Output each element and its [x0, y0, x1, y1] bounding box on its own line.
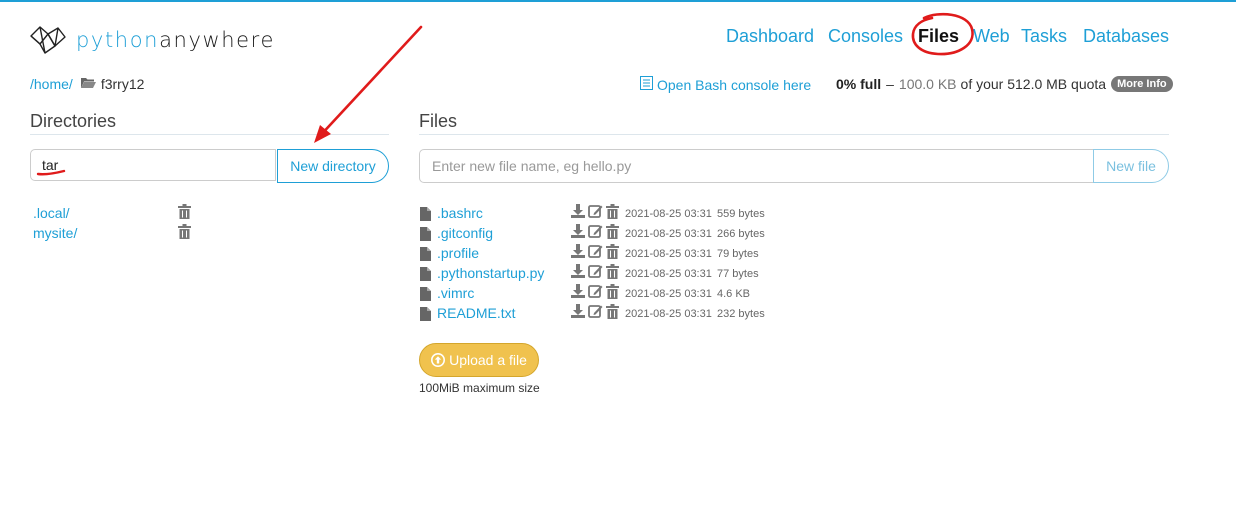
nav-databases[interactable]: Databases — [1083, 26, 1169, 47]
trash-icon[interactable] — [178, 224, 191, 244]
file-link[interactable]: .pythonstartup.py — [437, 265, 544, 281]
table-row: .profile 2021-08-25 03:31 79 bytes — [419, 244, 779, 266]
download-icon[interactable] — [571, 284, 585, 303]
edit-icon[interactable] — [588, 204, 603, 223]
open-bash-console-link[interactable]: Open Bash console here — [640, 76, 811, 93]
trash-icon[interactable] — [606, 224, 619, 244]
directory-link[interactable]: .local/ — [33, 205, 70, 221]
divider — [419, 134, 1169, 135]
upload-icon — [431, 353, 446, 367]
trash-icon[interactable] — [606, 204, 619, 224]
file-link[interactable]: .vimrc — [437, 285, 474, 301]
file-size: 77 bytes — [717, 268, 759, 280]
nav-dashboard[interactable]: Dashboard — [726, 26, 814, 47]
file-size: 232 bytes — [717, 308, 765, 320]
file-icon — [420, 227, 431, 246]
edit-icon[interactable] — [588, 304, 603, 323]
divider — [30, 134, 389, 135]
quota-used: 100.0 KB — [898, 76, 957, 92]
file-link[interactable]: .profile — [437, 245, 479, 261]
trash-icon[interactable] — [606, 304, 619, 324]
download-icon[interactable] — [571, 204, 585, 223]
file-modified-date: 2021-08-25 03:31 — [625, 228, 712, 240]
nav-consoles[interactable]: Consoles — [828, 26, 903, 47]
edit-icon[interactable] — [588, 284, 603, 303]
trash-icon[interactable] — [178, 204, 191, 224]
file-modified-date: 2021-08-25 03:31 — [625, 288, 712, 300]
file-modified-date: 2021-08-25 03:31 — [625, 248, 712, 260]
file-icon — [420, 267, 431, 286]
download-icon[interactable] — [571, 224, 585, 243]
edit-icon[interactable] — [588, 244, 603, 263]
upload-size-note: 100MiB maximum size — [419, 381, 540, 395]
breadcrumb-user: f3rry12 — [100, 76, 145, 92]
list-item: mysite/ — [33, 224, 203, 245]
file-size: 266 bytes — [717, 228, 765, 240]
upload-button-label: Upload a file — [449, 352, 527, 368]
bash-link-label: Open Bash console here — [657, 76, 812, 93]
file-link[interactable]: .bashrc — [437, 205, 483, 221]
file-link[interactable]: .gitconfig — [437, 225, 493, 241]
edit-icon[interactable] — [588, 224, 603, 243]
file-icon — [420, 307, 431, 326]
trash-icon[interactable] — [606, 264, 619, 284]
top-accent-bar — [0, 0, 1236, 2]
edit-icon[interactable] — [588, 264, 603, 283]
directory-link[interactable]: mysite/ — [33, 225, 77, 241]
quota-info: 0% full – 100.0 KB of your 512.0 MB quot… — [836, 76, 1173, 92]
table-row: .vimrc 2021-08-25 03:31 4.6 KB — [419, 284, 779, 306]
quota-percent: 0% full — [836, 76, 882, 92]
table-row: .bashrc 2021-08-25 03:31 559 bytes — [419, 204, 779, 226]
download-icon[interactable] — [571, 244, 585, 263]
directories-heading: Directories — [30, 111, 117, 131]
more-info-badge[interactable]: More Info — [1111, 76, 1173, 92]
table-row: README.txt 2021-08-25 03:31 232 bytes — [419, 304, 779, 326]
breadcrumb: /home/ f3rry12 — [30, 76, 144, 92]
file-icon — [420, 247, 431, 266]
new-file-button[interactable]: New file — [1093, 149, 1169, 183]
nav-tasks[interactable]: Tasks — [1021, 26, 1067, 47]
nav-files[interactable]: Files — [918, 26, 959, 47]
console-icon — [640, 76, 653, 93]
file-modified-date: 2021-08-25 03:31 — [625, 268, 712, 280]
upload-file-button[interactable]: Upload a file — [419, 343, 539, 377]
top-nav: Dashboard Consoles Files Web Tasks Datab… — [0, 26, 1236, 52]
trash-icon[interactable] — [606, 284, 619, 304]
new-directory-button[interactable]: New directory — [277, 149, 389, 183]
file-size: 559 bytes — [717, 208, 765, 220]
quota-rest: of your 512.0 MB quota — [960, 76, 1107, 92]
download-icon[interactable] — [571, 304, 585, 323]
file-size: 79 bytes — [717, 248, 759, 260]
nav-web[interactable]: Web — [973, 26, 1010, 47]
file-link[interactable]: README.txt — [437, 305, 516, 321]
folder-icon — [80, 76, 96, 92]
file-modified-date: 2021-08-25 03:31 — [625, 208, 712, 220]
list-item: .local/ — [33, 204, 203, 225]
file-modified-date: 2021-08-25 03:31 — [625, 308, 712, 320]
file-size: 4.6 KB — [717, 288, 751, 300]
breadcrumb-home[interactable]: /home/ — [30, 76, 73, 92]
new-file-input[interactable] — [419, 149, 1094, 183]
trash-icon[interactable] — [606, 244, 619, 264]
new-directory-input[interactable] — [30, 149, 276, 181]
table-row: .pythonstartup.py 2021-08-25 03:31 77 by… — [419, 264, 779, 286]
table-row: .gitconfig 2021-08-25 03:31 266 bytes — [419, 224, 779, 246]
files-heading: Files — [419, 111, 458, 131]
download-icon[interactable] — [571, 264, 585, 283]
quota-dash: – — [886, 76, 894, 92]
file-icon — [420, 207, 431, 226]
file-icon — [420, 287, 431, 306]
